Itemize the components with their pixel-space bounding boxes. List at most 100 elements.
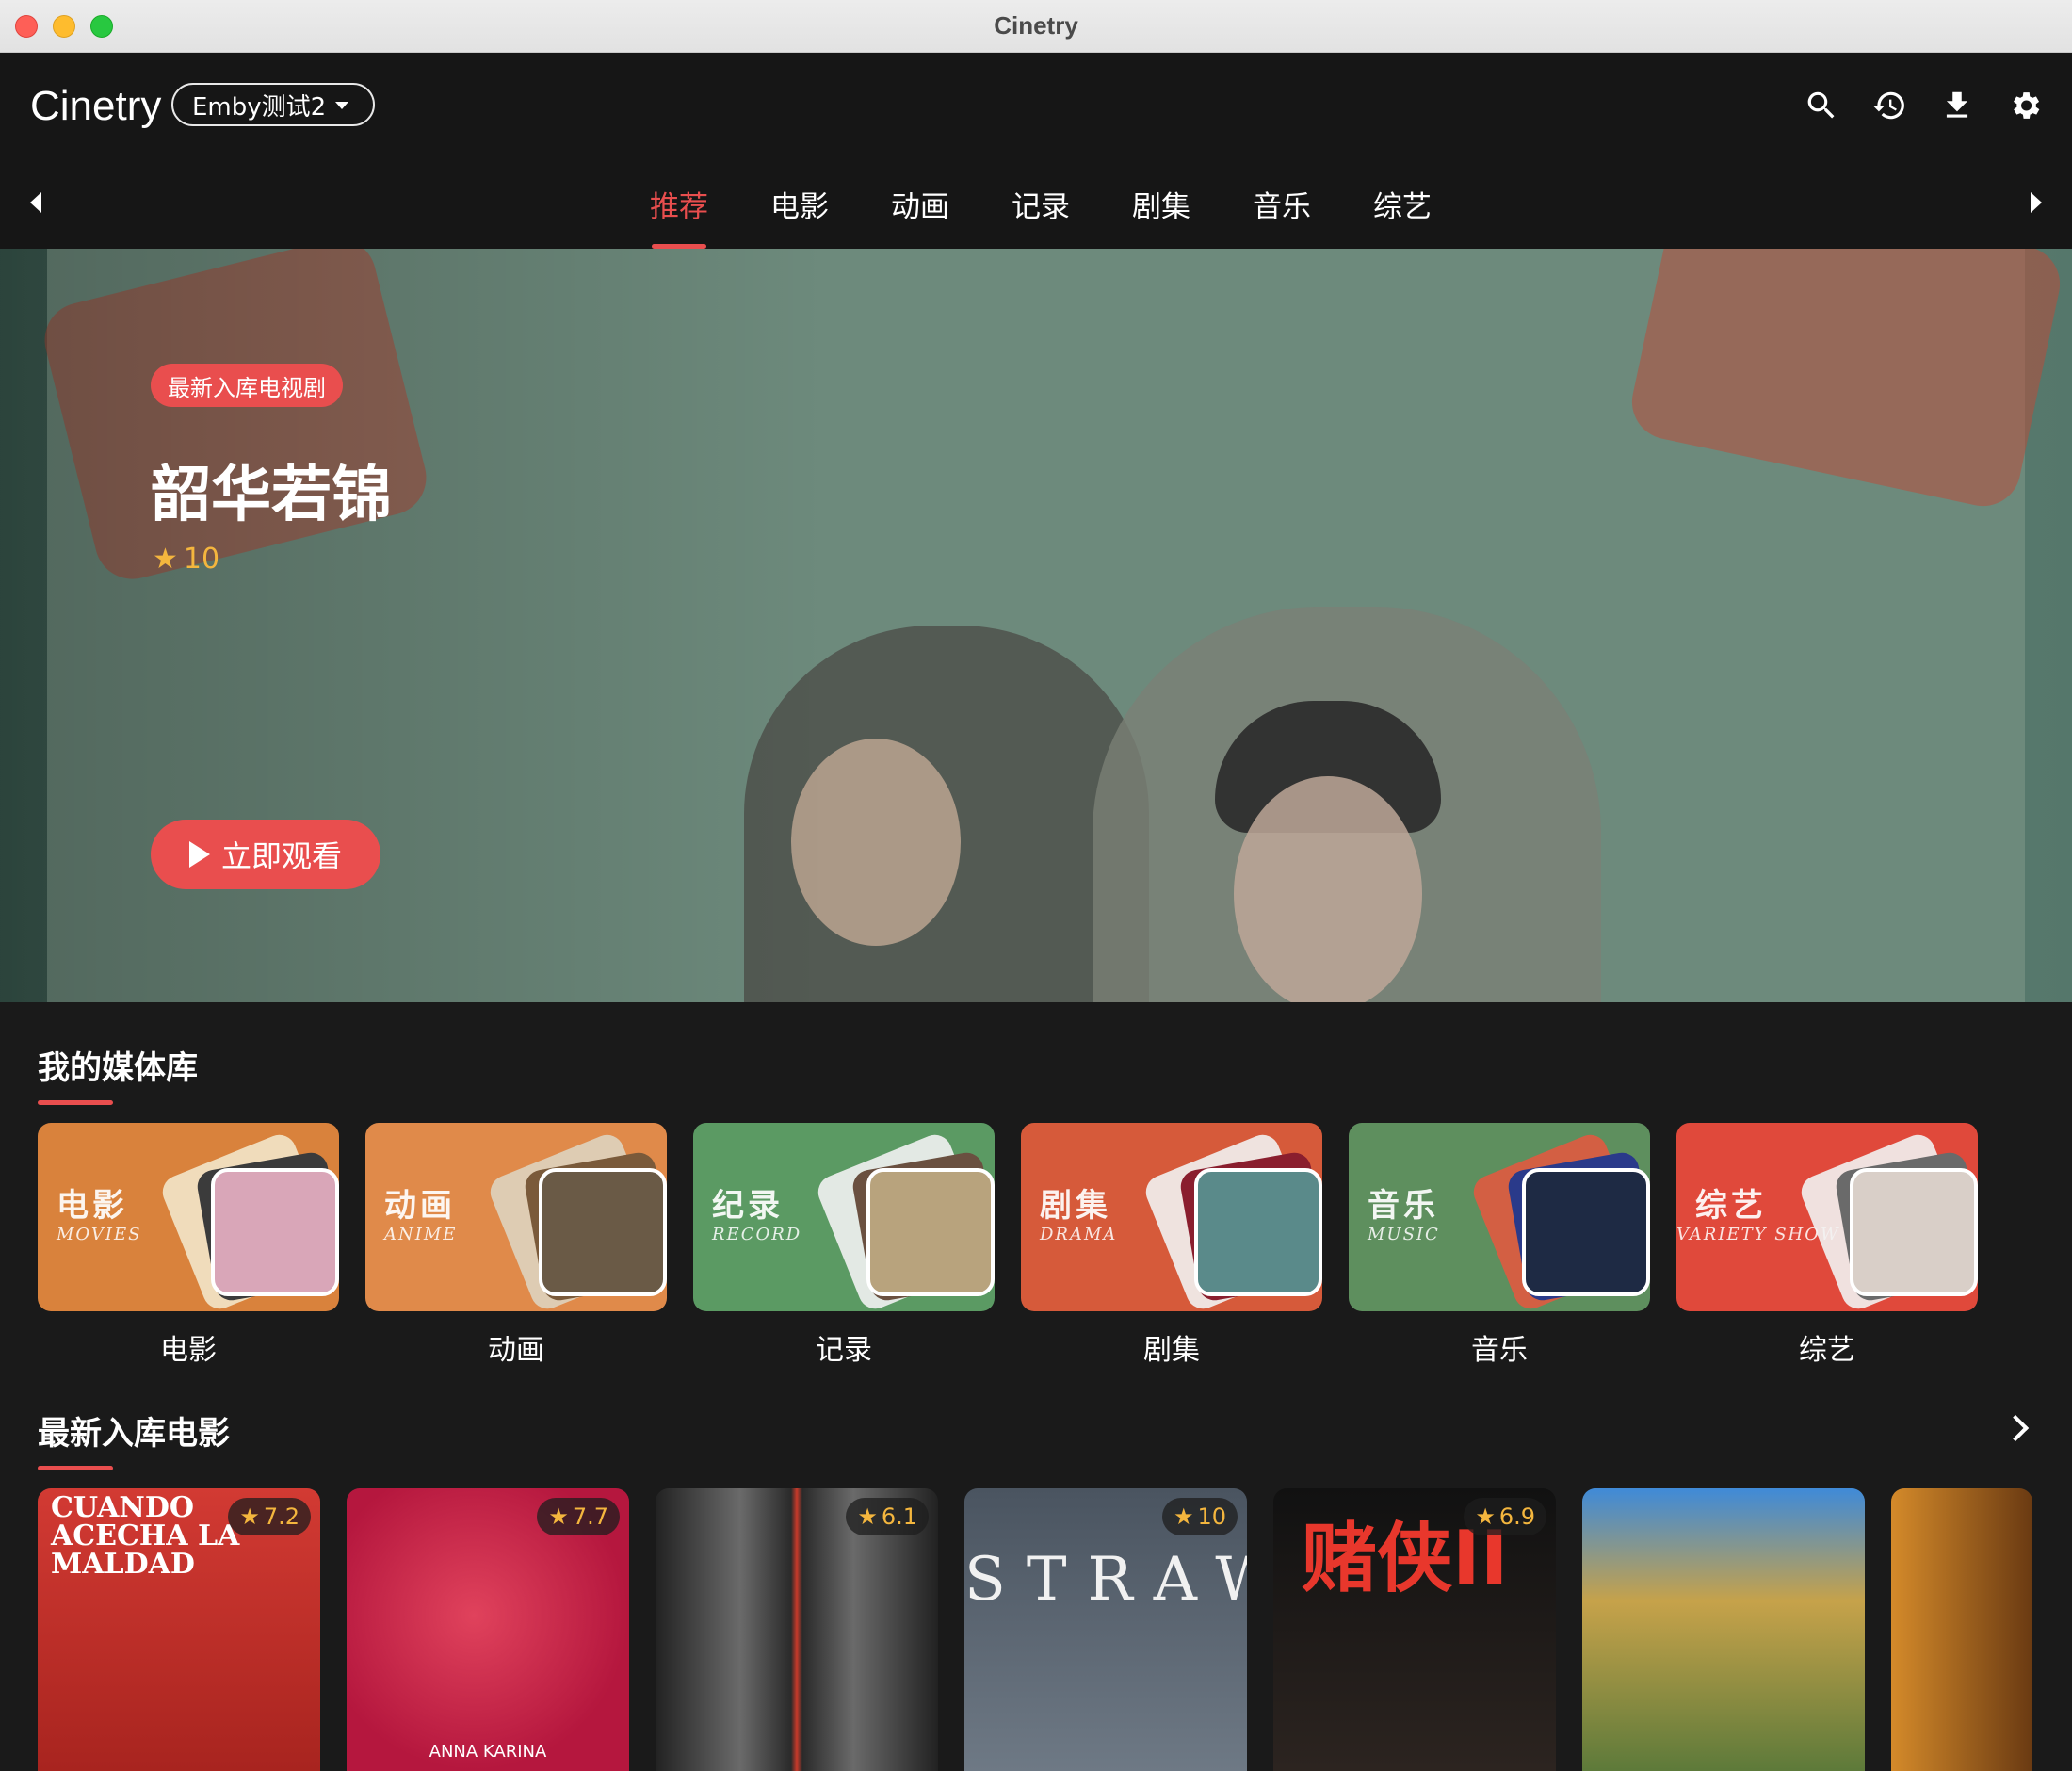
library-label: 综艺 <box>1799 1334 1855 1367</box>
hero-rating-value: 10 <box>183 543 220 576</box>
settings-icon[interactable] <box>2006 87 2044 124</box>
library-card-en: ANIME <box>384 1225 458 1244</box>
close-window-button[interactable] <box>15 15 38 38</box>
library-card-cn: 动画 <box>384 1187 456 1225</box>
window-titlebar: Cinetry <box>0 0 2072 53</box>
library-label: 动画 <box>488 1334 544 1367</box>
star-icon: ★ <box>857 1503 878 1530</box>
app-header: Cinetry Emby测试2 推荐 电影 动画 记录 剧集 音乐 综艺 <box>0 53 2072 249</box>
movie-poster[interactable]: ANNA KARINA ★ 7.7 <box>347 1488 629 1771</box>
rating-badge: ★ 7.2 <box>228 1498 311 1535</box>
star-icon: ★ <box>1475 1503 1496 1530</box>
tabs-scroll-right-icon[interactable] <box>2031 192 2042 213</box>
hero-rating: ★ 10 <box>153 543 219 576</box>
hero-banner[interactable]: 最新入库电视剧 韶华若锦 ★ 10 立即观看 <box>0 249 2072 1002</box>
library-label: 音乐 <box>1471 1334 1528 1367</box>
library-list: 电影 MOVIES 电影 动画 ANIME 动画 纪录 RECORD 记录 剧集 <box>38 1123 1978 1368</box>
library-card-cover <box>211 1168 339 1296</box>
library-item-documentary[interactable]: 纪录 RECORD 记录 <box>693 1123 995 1368</box>
tab-music[interactable]: 音乐 <box>1253 173 1311 249</box>
hero-title: 韶华若锦 <box>151 461 392 530</box>
library-label: 电影 <box>160 1334 217 1367</box>
tab-variety[interactable]: 综艺 <box>1373 173 1432 249</box>
library-card-cover <box>1522 1168 1650 1296</box>
tab-documentary[interactable]: 记录 <box>1012 173 1070 249</box>
download-icon[interactable] <box>1938 87 1976 124</box>
play-now-label: 立即观看 <box>220 838 342 874</box>
category-tabs: 推荐 电影 动画 记录 剧集 音乐 综艺 <box>0 173 2072 249</box>
history-icon[interactable] <box>1870 87 1908 124</box>
window-title: Cinetry <box>994 11 1078 40</box>
tab-movies[interactable]: 电影 <box>770 173 829 249</box>
zoom-window-button[interactable] <box>90 15 113 38</box>
library-card-en: MOVIES <box>57 1225 142 1244</box>
rating-value: 6.9 <box>1498 1503 1535 1530</box>
latest-movies-list: CUANDO ACECHA LA MALDAD ★ 7.2 ANNA KARINA… <box>38 1488 2032 1771</box>
library-section-title: 我的媒体库 <box>38 1042 198 1105</box>
rating-badge: ★ 6.1 <box>846 1498 929 1535</box>
poster-title-text: STRAW <box>964 1545 1247 1615</box>
library-item-anime[interactable]: 动画 ANIME 动画 <box>365 1123 667 1368</box>
latest-movies-section-title: 最新入库电影 <box>38 1407 230 1470</box>
rating-value: 6.1 <box>881 1503 917 1530</box>
rating-badge: ★ 6.9 <box>1464 1498 1546 1535</box>
rating-value: 7.7 <box>572 1503 608 1530</box>
library-card-cn: 音乐 <box>1368 1187 1439 1225</box>
caret-down-icon <box>335 102 349 109</box>
star-icon: ★ <box>239 1503 260 1530</box>
library-card-cn: 综艺 <box>1695 1187 1767 1225</box>
tab-anime[interactable]: 动画 <box>891 173 949 249</box>
library-card-cover <box>1194 1168 1322 1296</box>
tab-list: 推荐 电影 动画 记录 剧集 音乐 综艺 <box>650 173 1432 249</box>
tab-series[interactable]: 剧集 <box>1132 173 1190 249</box>
library-card-en: RECORD <box>712 1225 802 1244</box>
library-card: 电影 MOVIES <box>38 1123 339 1311</box>
library-card: 动画 ANIME <box>365 1123 667 1311</box>
movie-poster[interactable]: CUANDO ACECHA LA MALDAD ★ 7.2 <box>38 1488 320 1771</box>
library-card-en: DRAMA <box>1040 1225 1118 1244</box>
minimize-window-button[interactable] <box>53 15 75 38</box>
movie-poster[interactable] <box>1582 1488 1865 1771</box>
server-selector[interactable]: Emby测试2 <box>171 83 376 126</box>
server-name: Emby测试2 <box>192 92 327 122</box>
library-card-en: MUSIC <box>1368 1225 1440 1244</box>
library-card: 剧集 DRAMA <box>1021 1123 1322 1311</box>
library-card-cn: 剧集 <box>1040 1187 1111 1225</box>
library-card-cover <box>866 1168 995 1296</box>
window-controls <box>15 15 113 38</box>
library-item-variety[interactable]: 综艺 VARIETY SHOW 综艺 <box>1676 1123 1978 1368</box>
star-icon: ★ <box>153 543 178 576</box>
play-now-button[interactable]: 立即观看 <box>151 820 380 889</box>
rating-value: 10 <box>1197 1503 1226 1530</box>
library-card: 综艺 VARIETY SHOW <box>1676 1123 1978 1311</box>
library-card: 纪录 RECORD <box>693 1123 995 1311</box>
rating-value: 7.2 <box>263 1503 299 1530</box>
chevron-right-icon[interactable] <box>2001 1414 2030 1442</box>
movie-poster[interactable]: STRAW ★10 <box>964 1488 1247 1771</box>
rating-badge: ★ 7.7 <box>537 1498 620 1535</box>
tab-recommend[interactable]: 推荐 <box>650 173 708 249</box>
library-card-cover <box>1850 1168 1978 1296</box>
toolbar <box>1803 87 2044 124</box>
library-item-movies[interactable]: 电影 MOVIES 电影 <box>38 1123 339 1368</box>
play-icon <box>188 841 210 868</box>
movie-poster[interactable] <box>1891 1488 2032 1771</box>
library-card-cover <box>539 1168 667 1296</box>
rating-badge: ★ 10 <box>1161 1498 1238 1535</box>
search-icon[interactable] <box>1803 87 1840 124</box>
hero-category-badge: 最新入库电视剧 <box>151 364 343 407</box>
library-item-series[interactable]: 剧集 DRAMA 剧集 <box>1021 1123 1322 1368</box>
star-icon: ★ <box>548 1503 569 1530</box>
library-card: 音乐 MUSIC <box>1349 1123 1650 1311</box>
movie-poster[interactable]: 赌侠II ★ 6.9 <box>1273 1488 1556 1771</box>
library-label: 记录 <box>816 1334 872 1367</box>
star-icon: ★ <box>1173 1503 1194 1530</box>
app-logo: Cinetry <box>30 83 162 129</box>
hero-shade <box>0 249 2072 1002</box>
tabs-scroll-left-icon[interactable] <box>30 192 41 213</box>
library-card-cn: 纪录 <box>712 1187 784 1225</box>
movie-poster[interactable]: ★ 6.1 <box>656 1488 938 1771</box>
library-card-cn: 电影 <box>57 1187 128 1225</box>
library-item-music[interactable]: 音乐 MUSIC 音乐 <box>1349 1123 1650 1368</box>
library-label: 剧集 <box>1143 1334 1200 1367</box>
